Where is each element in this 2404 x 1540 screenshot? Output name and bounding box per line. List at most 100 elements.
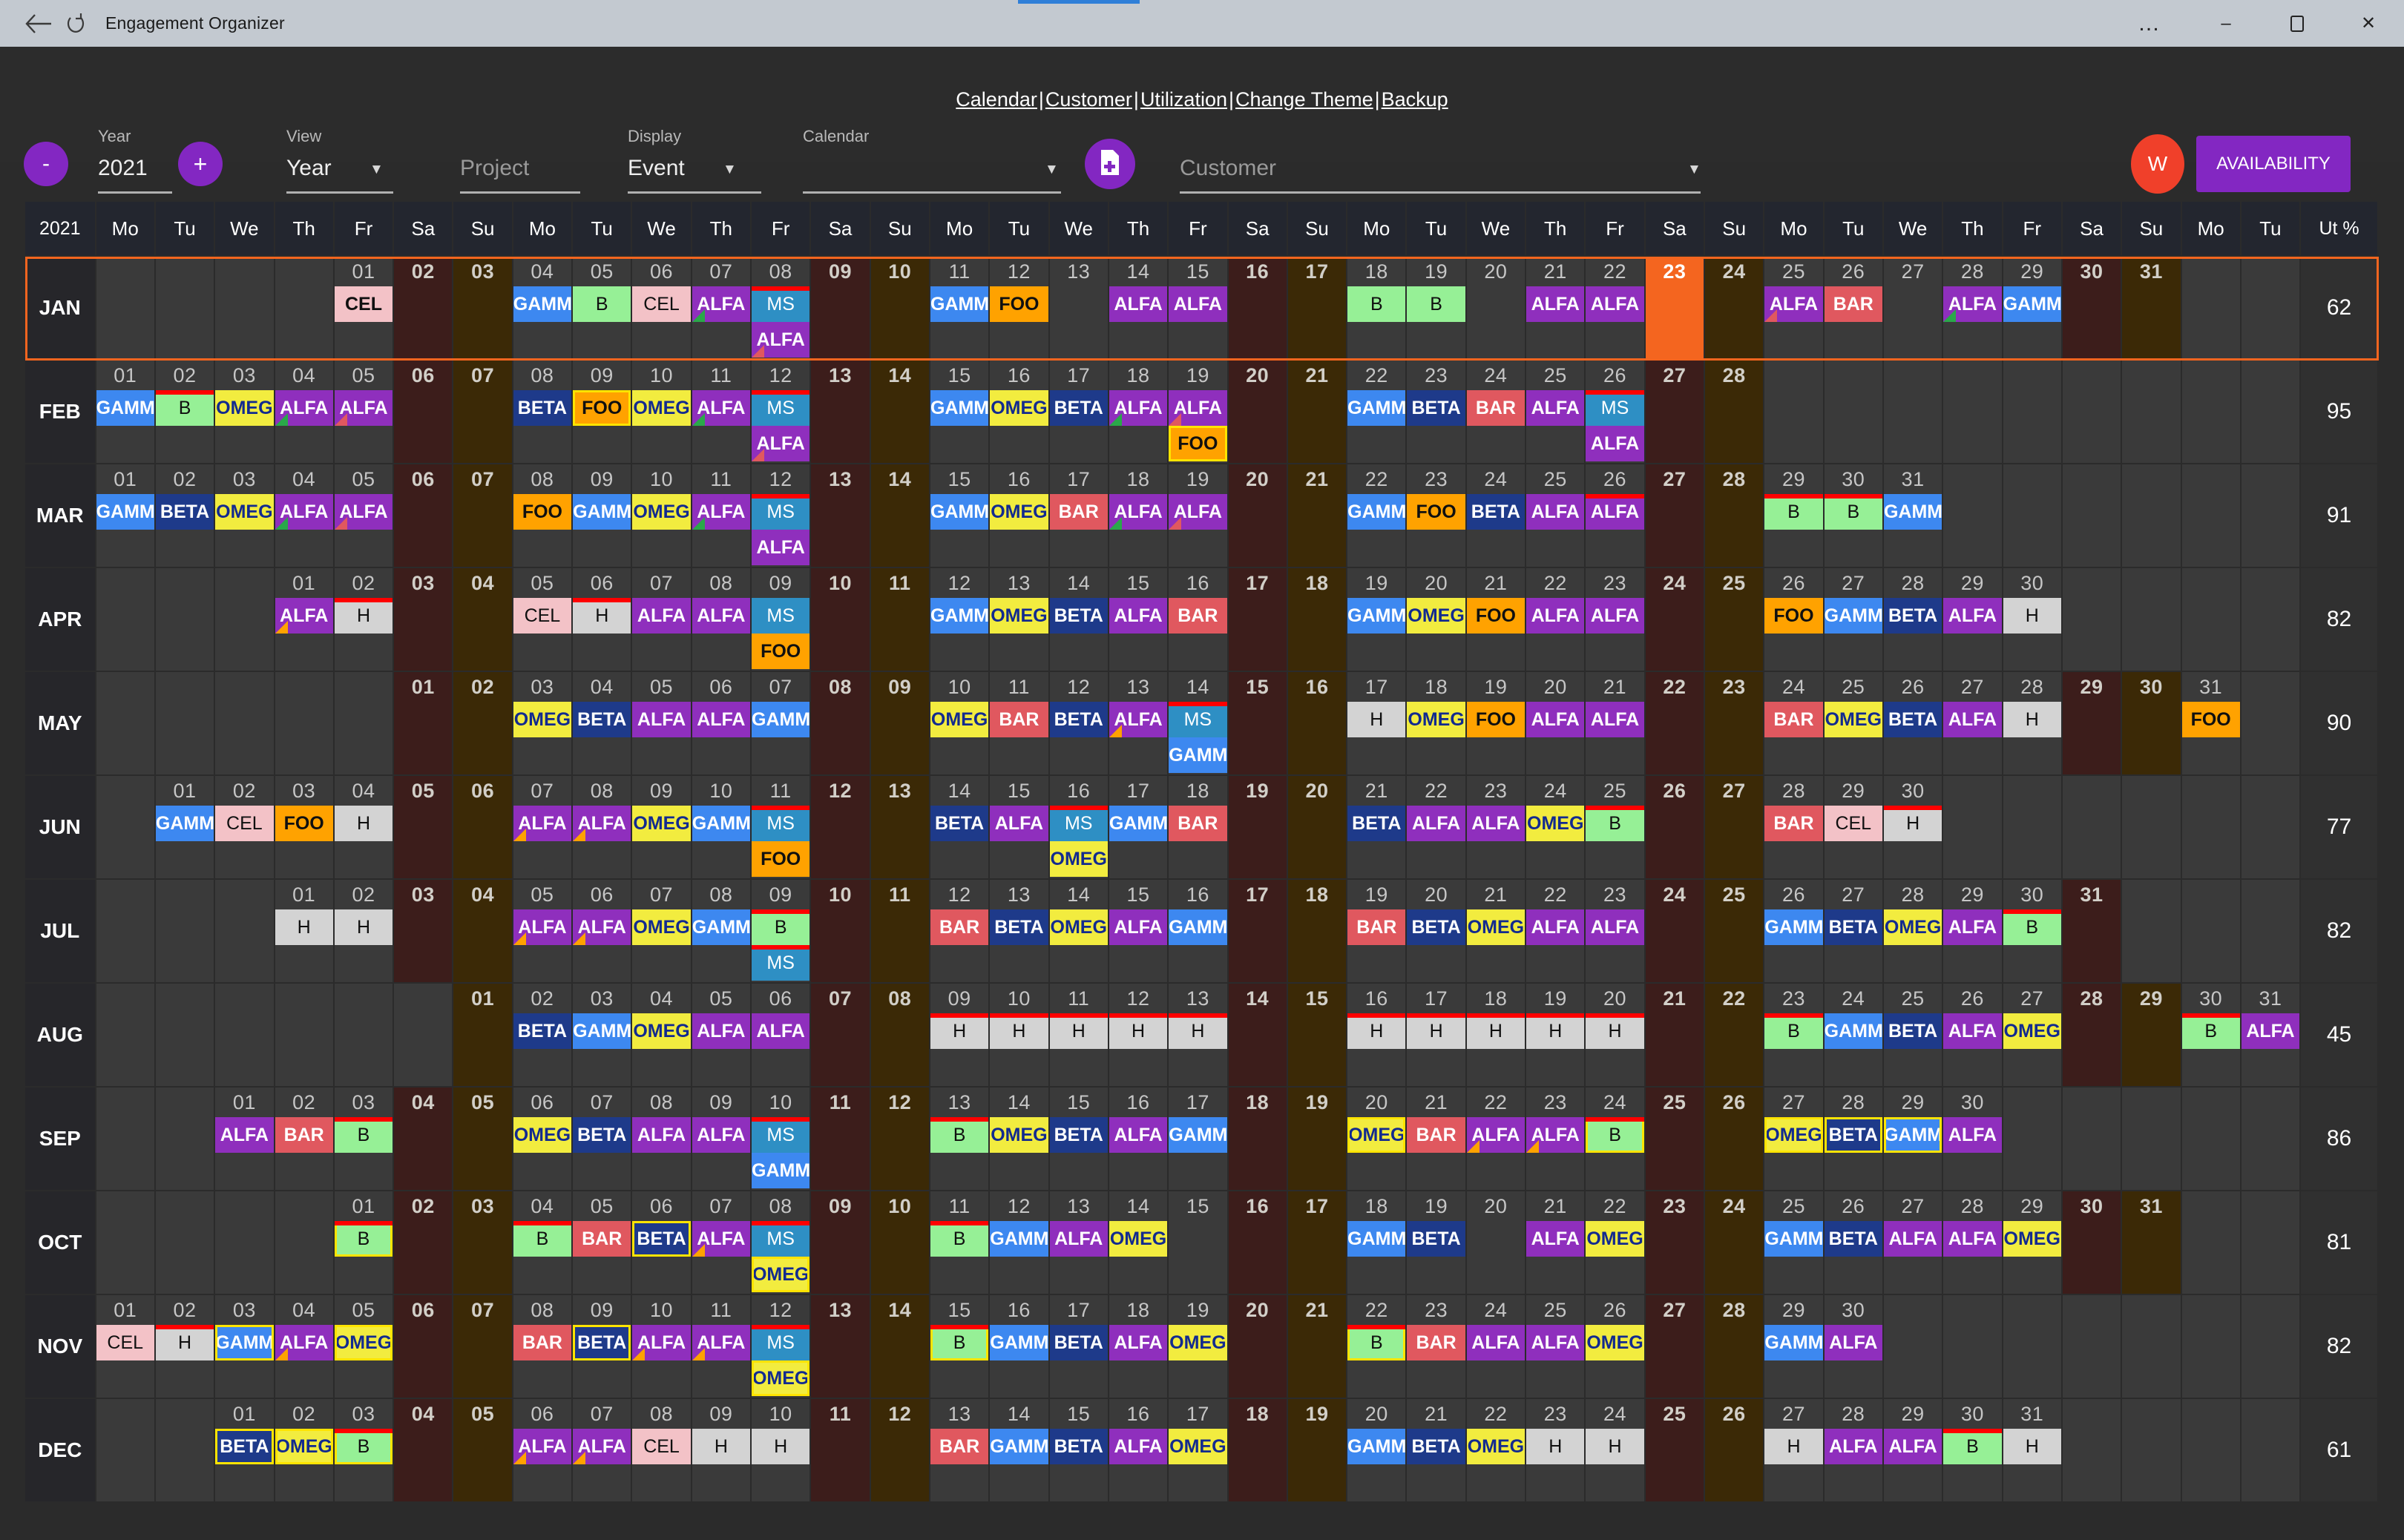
calendar-day-cell[interactable]: 07ALFA bbox=[692, 1191, 752, 1295]
calendar-day-cell[interactable]: 17BETA bbox=[1050, 361, 1109, 464]
calendar-event-block[interactable]: BETA bbox=[1825, 909, 1882, 945]
calendar-event-block[interactable]: GAMM bbox=[752, 702, 809, 737]
calendar-day-cell[interactable]: 09FOO bbox=[573, 361, 632, 464]
calendar-day-cell[interactable]: 26BETA bbox=[1825, 1191, 1884, 1295]
calendar-day-cell[interactable]: 16H bbox=[1347, 984, 1407, 1087]
calendar-event-block[interactable]: H bbox=[692, 1429, 750, 1464]
calendar-day-cell[interactable]: 19 bbox=[1288, 1399, 1347, 1503]
calendar-event-block[interactable]: GAMM bbox=[1884, 1117, 1942, 1153]
calendar-event-block[interactable]: B bbox=[2182, 1013, 2240, 1049]
calendar-event-block[interactable]: FOO bbox=[2182, 702, 2240, 737]
calendar-day-cell[interactable]: 24BAR bbox=[1467, 361, 1526, 464]
calendar-day-cell[interactable]: 30H bbox=[2003, 568, 2063, 672]
calendar-event-block[interactable]: B bbox=[2003, 909, 2061, 945]
calendar-day-cell[interactable]: 02OMEG bbox=[275, 1399, 335, 1503]
calendar-event-block[interactable]: MS bbox=[752, 806, 809, 841]
calendar-day-cell[interactable]: 23FOO bbox=[1407, 464, 1466, 568]
calendar-day-cell[interactable]: 06 bbox=[394, 361, 453, 464]
calendar-day-cell[interactable]: 28H bbox=[2003, 672, 2063, 776]
calendar-day-cell[interactable]: 27H bbox=[1764, 1399, 1824, 1503]
calendar-day-cell[interactable]: 28 bbox=[1705, 464, 1764, 568]
calendar-event-block[interactable]: BAR bbox=[1467, 390, 1525, 426]
calendar-day-cell[interactable]: 02 bbox=[394, 257, 453, 361]
calendar-event-block[interactable]: H bbox=[275, 909, 333, 945]
calendar-day-cell[interactable]: 21BETA bbox=[1407, 1399, 1466, 1503]
calendar-day-cell[interactable]: 19ALFAFOO bbox=[1169, 361, 1228, 464]
calendar-event-block[interactable]: ALFA bbox=[1526, 702, 1584, 737]
calendar-day-cell[interactable]: 08GAMM bbox=[692, 880, 752, 984]
calendar-day-cell[interactable]: 16ALFA bbox=[1109, 1087, 1169, 1191]
calendar-event-block[interactable]: ALFA bbox=[632, 1325, 690, 1360]
calendar-event-block[interactable]: GAMM bbox=[930, 286, 988, 322]
calendar-day-cell[interactable]: 14ALFA bbox=[1109, 257, 1169, 361]
calendar-day-cell[interactable]: 12 bbox=[871, 1087, 930, 1191]
calendar-event-block[interactable]: H bbox=[1526, 1429, 1584, 1464]
calendar-day-cell[interactable]: 25ALFA bbox=[1764, 257, 1824, 361]
calendar-day-cell[interactable]: 14MSGAMM bbox=[1169, 672, 1228, 776]
nav-link-customer[interactable]: Customer bbox=[1045, 88, 1132, 111]
calendar-event-block[interactable]: GAMM bbox=[96, 390, 154, 426]
calendar-event-block[interactable]: CEL bbox=[335, 286, 393, 322]
calendar-day-cell[interactable]: 13H bbox=[1169, 984, 1228, 1087]
calendar-day-cell[interactable]: 25ALFA bbox=[1526, 1295, 1586, 1399]
calendar-day-cell[interactable]: 23BAR bbox=[1407, 1295, 1466, 1399]
calendar-day-cell[interactable]: 26ALFA bbox=[1586, 464, 1645, 568]
calendar-day-cell[interactable]: 16GAMM bbox=[1169, 880, 1228, 984]
nav-link-utilization[interactable]: Utilization bbox=[1140, 88, 1227, 111]
calendar-event-block[interactable]: H bbox=[1586, 1013, 1643, 1049]
calendar-event-block[interactable]: ALFA bbox=[1526, 1325, 1584, 1360]
calendar-day-cell[interactable]: 20OMEG bbox=[1407, 568, 1466, 672]
calendar-event-block[interactable]: ALFA bbox=[1526, 286, 1584, 322]
calendar-event-block[interactable]: FOO bbox=[573, 390, 631, 426]
calendar-day-cell[interactable]: 24 bbox=[1646, 568, 1705, 672]
calendar-event-block[interactable]: GAMM bbox=[990, 1429, 1048, 1464]
more-options-button[interactable]: … bbox=[2109, 0, 2190, 47]
calendar-event-block[interactable]: OMEG bbox=[1825, 702, 1882, 737]
calendar-event-block[interactable]: GAMM bbox=[1169, 909, 1226, 945]
calendar-day-cell[interactable]: 01 bbox=[453, 984, 513, 1087]
calendar-day-cell[interactable]: 09BMS bbox=[752, 880, 811, 984]
calendar-day-cell[interactable]: 25ALFA bbox=[1526, 464, 1586, 568]
calendar-event-block[interactable]: B bbox=[1347, 1325, 1405, 1360]
calendar-day-cell[interactable]: 07ALFA bbox=[513, 776, 573, 880]
calendar-day-cell[interactable]: 23ALFA bbox=[1586, 568, 1645, 672]
calendar-day-cell[interactable]: 25 bbox=[1646, 1399, 1705, 1503]
calendar-day-cell[interactable]: 12H bbox=[1109, 984, 1169, 1087]
calendar-day-cell[interactable]: 27 bbox=[1646, 464, 1705, 568]
calendar-event-block[interactable]: FOO bbox=[1467, 598, 1525, 634]
calendar-day-cell[interactable]: 25B bbox=[1586, 776, 1645, 880]
calendar-event-block[interactable]: MS bbox=[1586, 390, 1643, 426]
calendar-day-cell[interactable]: 23H bbox=[1526, 1399, 1586, 1503]
calendar-day-cell[interactable]: 06BETA bbox=[632, 1191, 692, 1295]
calendar-day-cell[interactable]: 09MSFOO bbox=[752, 568, 811, 672]
calendar-day-cell[interactable]: 18ALFA bbox=[1109, 464, 1169, 568]
calendar-day-cell[interactable]: 30B bbox=[2003, 880, 2063, 984]
calendar-day-cell[interactable]: 23ALFA bbox=[1526, 1087, 1586, 1191]
calendar-event-block[interactable]: ALFA bbox=[1943, 1013, 2001, 1049]
calendar-event-block[interactable]: GAMM bbox=[1347, 1429, 1405, 1464]
calendar-event-block[interactable]: ALFA bbox=[275, 390, 333, 426]
calendar-day-cell[interactable]: 28BETA bbox=[1825, 1087, 1884, 1191]
calendar-day-cell[interactable]: 13OMEG bbox=[990, 568, 1049, 672]
calendar-day-cell[interactable]: 28ALFA bbox=[1825, 1399, 1884, 1503]
calendar-day-cell[interactable]: 04 bbox=[394, 1399, 453, 1503]
calendar-day-cell[interactable]: 05ALFA bbox=[632, 672, 692, 776]
calendar-day-cell[interactable]: 02H bbox=[335, 880, 394, 984]
availability-button[interactable]: AVAILABILITY bbox=[2196, 136, 2351, 192]
calendar-day-cell[interactable]: 01CEL bbox=[335, 257, 394, 361]
calendar-event-block[interactable]: B bbox=[930, 1325, 988, 1360]
calendar-event-block[interactable]: MS bbox=[752, 390, 809, 426]
calendar-event-block[interactable]: ALFA bbox=[632, 598, 690, 634]
calendar-event-block[interactable]: GAMM bbox=[752, 1153, 809, 1188]
calendar-day-cell[interactable]: 25 bbox=[1705, 880, 1764, 984]
calendar-event-block[interactable]: ALFA bbox=[632, 702, 690, 737]
calendar-event-block[interactable]: OMEG bbox=[990, 390, 1048, 426]
calendar-day-cell[interactable]: 27GAMM bbox=[1825, 568, 1884, 672]
calendar-day-cell[interactable]: 04B bbox=[513, 1191, 573, 1295]
calendar-event-block[interactable]: ALFA bbox=[632, 1117, 690, 1153]
calendar-event-block[interactable]: FOO bbox=[752, 841, 809, 877]
calendar-day-cell[interactable]: 14OMEG bbox=[1050, 880, 1109, 984]
calendar-day-cell[interactable]: 29GAMM bbox=[2003, 257, 2063, 361]
calendar-day-cell[interactable]: 12FOO bbox=[990, 257, 1049, 361]
calendar-day-cell[interactable]: 22 bbox=[1646, 672, 1705, 776]
